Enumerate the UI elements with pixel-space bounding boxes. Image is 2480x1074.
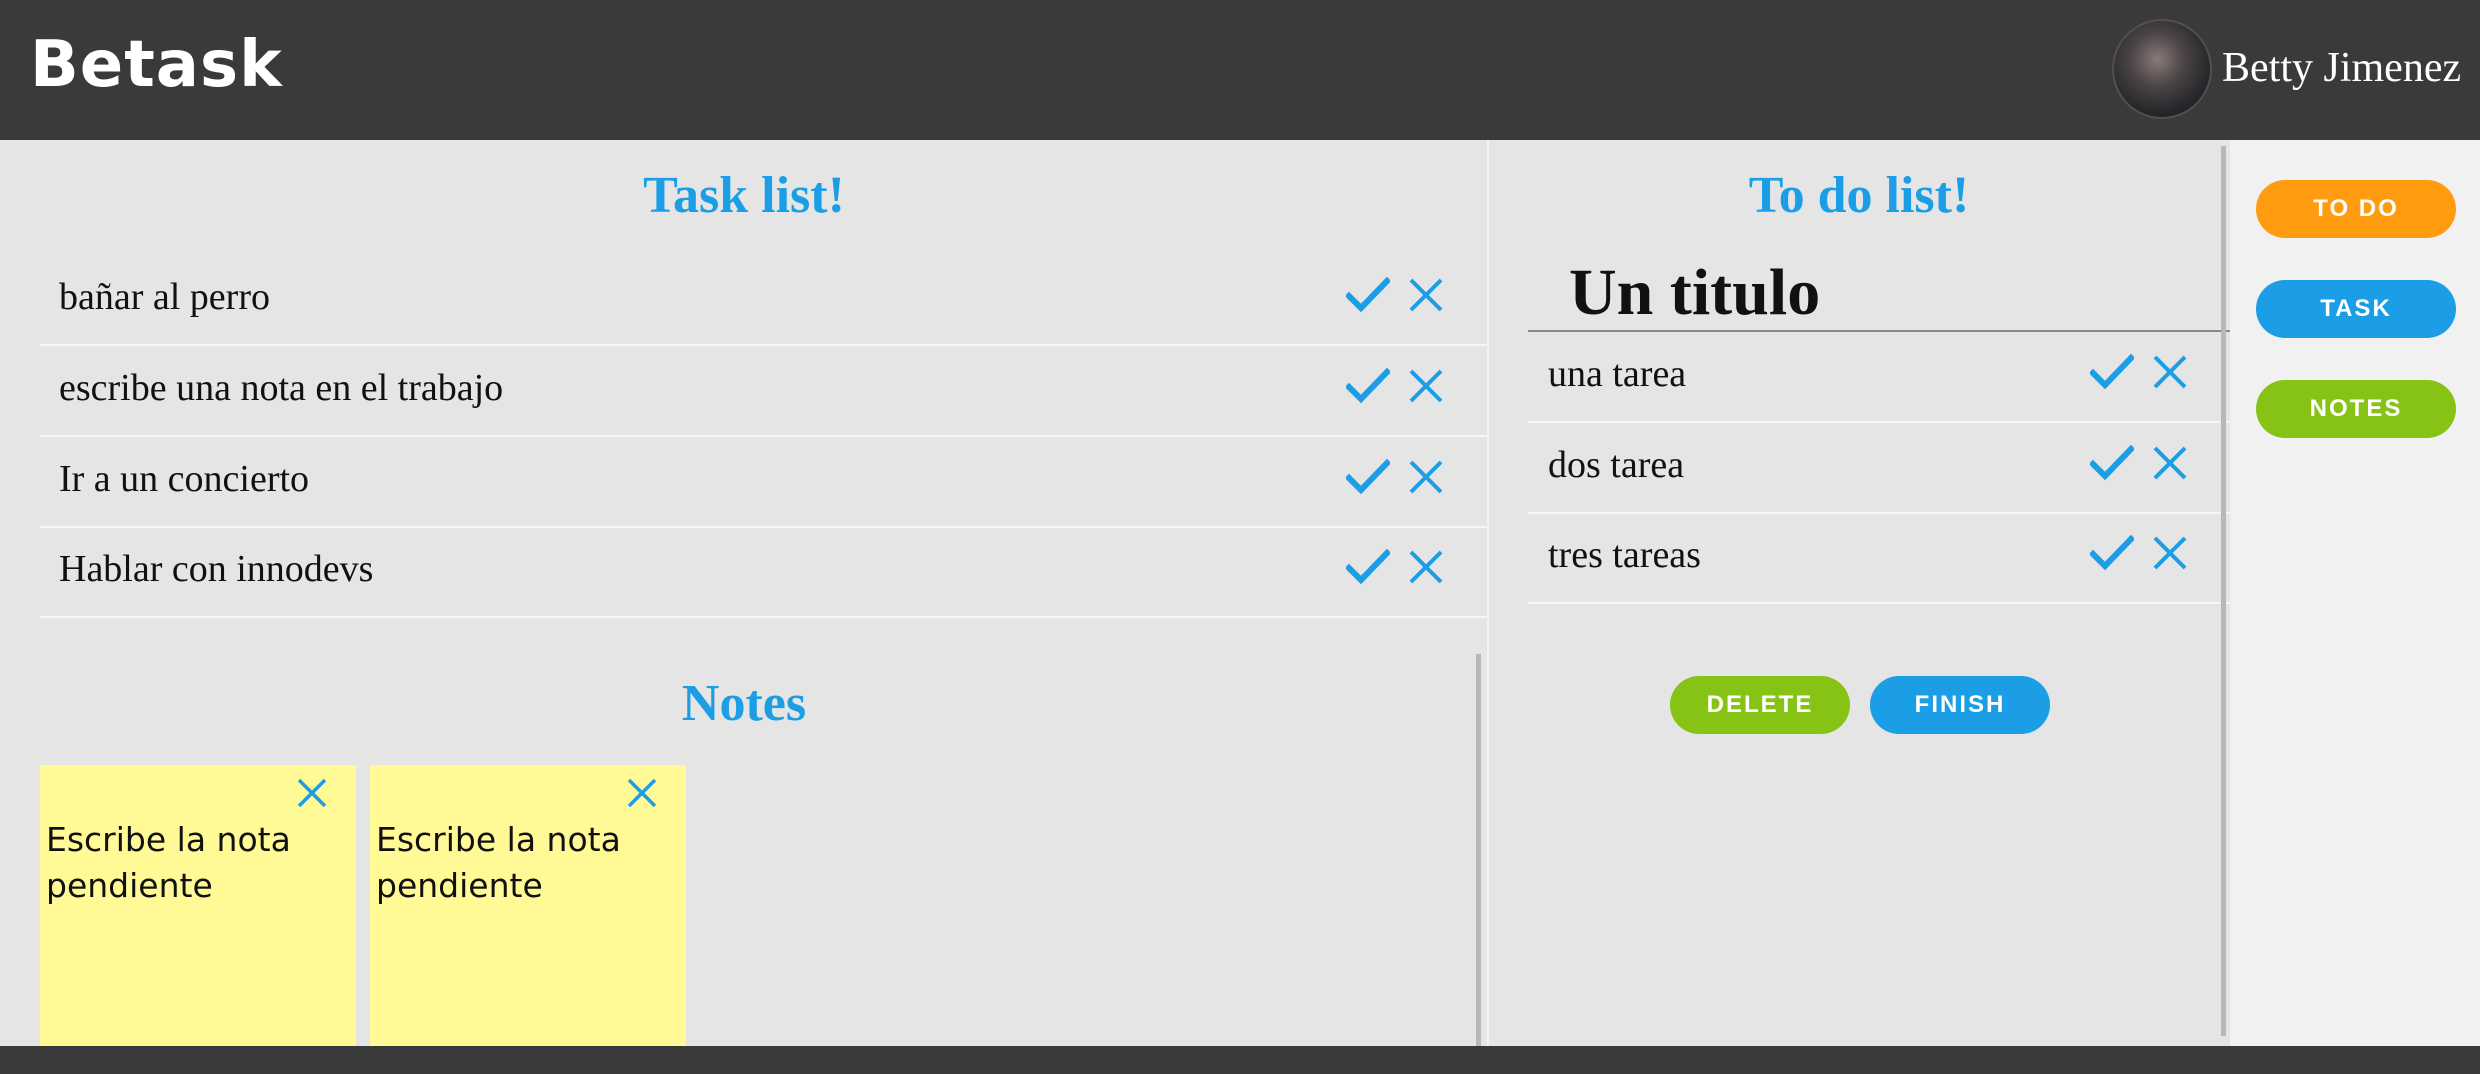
avatar[interactable] <box>2112 19 2212 119</box>
sidebar <box>2230 140 2480 1046</box>
close-icon[interactable] <box>1408 368 1444 404</box>
close-icon[interactable] <box>626 777 658 809</box>
task-label: Ir a un concierto <box>59 458 310 500</box>
note-card[interactable]: Escribe la nota pendiente <box>370 765 686 1046</box>
task-label: Hablar con innodevs <box>59 548 374 590</box>
check-icon[interactable] <box>1346 368 1390 404</box>
task-row: escribe una nota en el trabajo <box>40 346 1487 437</box>
task-row: bañar al perro <box>40 255 1487 346</box>
top-bar: Betask Betty Jimenez <box>0 0 2480 140</box>
todo-row: dos tarea <box>1528 423 2230 514</box>
notes-nav-button[interactable]: NOTES <box>2256 380 2456 438</box>
check-icon[interactable] <box>1346 459 1390 495</box>
check-icon[interactable] <box>2090 354 2134 390</box>
close-icon[interactable] <box>1408 277 1444 313</box>
todo-nav-button[interactable]: TO DO <box>2256 180 2456 238</box>
user-name[interactable]: Betty Jimenez <box>2222 44 2461 92</box>
todo-list-title: To do list! <box>1748 167 1970 224</box>
app-logo[interactable]: Betask <box>30 28 283 102</box>
note-text[interactable]: Escribe la nota pendiente <box>46 817 346 909</box>
close-icon[interactable] <box>296 777 328 809</box>
todo-row: una tarea <box>1528 332 2230 423</box>
todo-row: tres tareas <box>1528 513 2230 604</box>
delete-button[interactable]: DELETE <box>1670 676 1850 734</box>
todo-label: dos tarea <box>1548 444 1685 486</box>
finish-button[interactable]: FINISH <box>1870 676 2050 734</box>
note-card[interactable]: Escribe la nota pendiente <box>40 765 356 1046</box>
check-icon[interactable] <box>2090 445 2134 481</box>
check-icon[interactable] <box>2090 535 2134 571</box>
todo-heading: Un titulo <box>1569 256 1821 329</box>
todo-label: una tarea <box>1548 353 1687 395</box>
note-text[interactable]: Escribe la nota pendiente <box>376 817 676 909</box>
task-list-title: Task list! <box>643 167 845 224</box>
close-icon[interactable] <box>1408 459 1444 495</box>
notes-title: Notes <box>681 675 807 732</box>
close-icon[interactable] <box>2152 535 2188 571</box>
task-row: Hablar con innodevs <box>40 527 1487 618</box>
check-icon[interactable] <box>1346 549 1390 585</box>
todo-scrollbar[interactable] <box>2221 146 2226 1036</box>
close-icon[interactable] <box>2152 445 2188 481</box>
check-icon[interactable] <box>1346 277 1390 313</box>
task-label: escribe una nota en el trabajo <box>59 367 504 409</box>
task-row: Ir a un concierto <box>40 437 1487 528</box>
todo-label: tres tareas <box>1548 534 1701 576</box>
close-icon[interactable] <box>2152 354 2188 390</box>
bottom-bar <box>0 1046 2480 1074</box>
close-icon[interactable] <box>1408 549 1444 585</box>
notes-scrollbar[interactable] <box>1476 654 1481 1046</box>
task-label: bañar al perro <box>59 276 270 318</box>
task-nav-button[interactable]: TASK <box>2256 280 2456 338</box>
